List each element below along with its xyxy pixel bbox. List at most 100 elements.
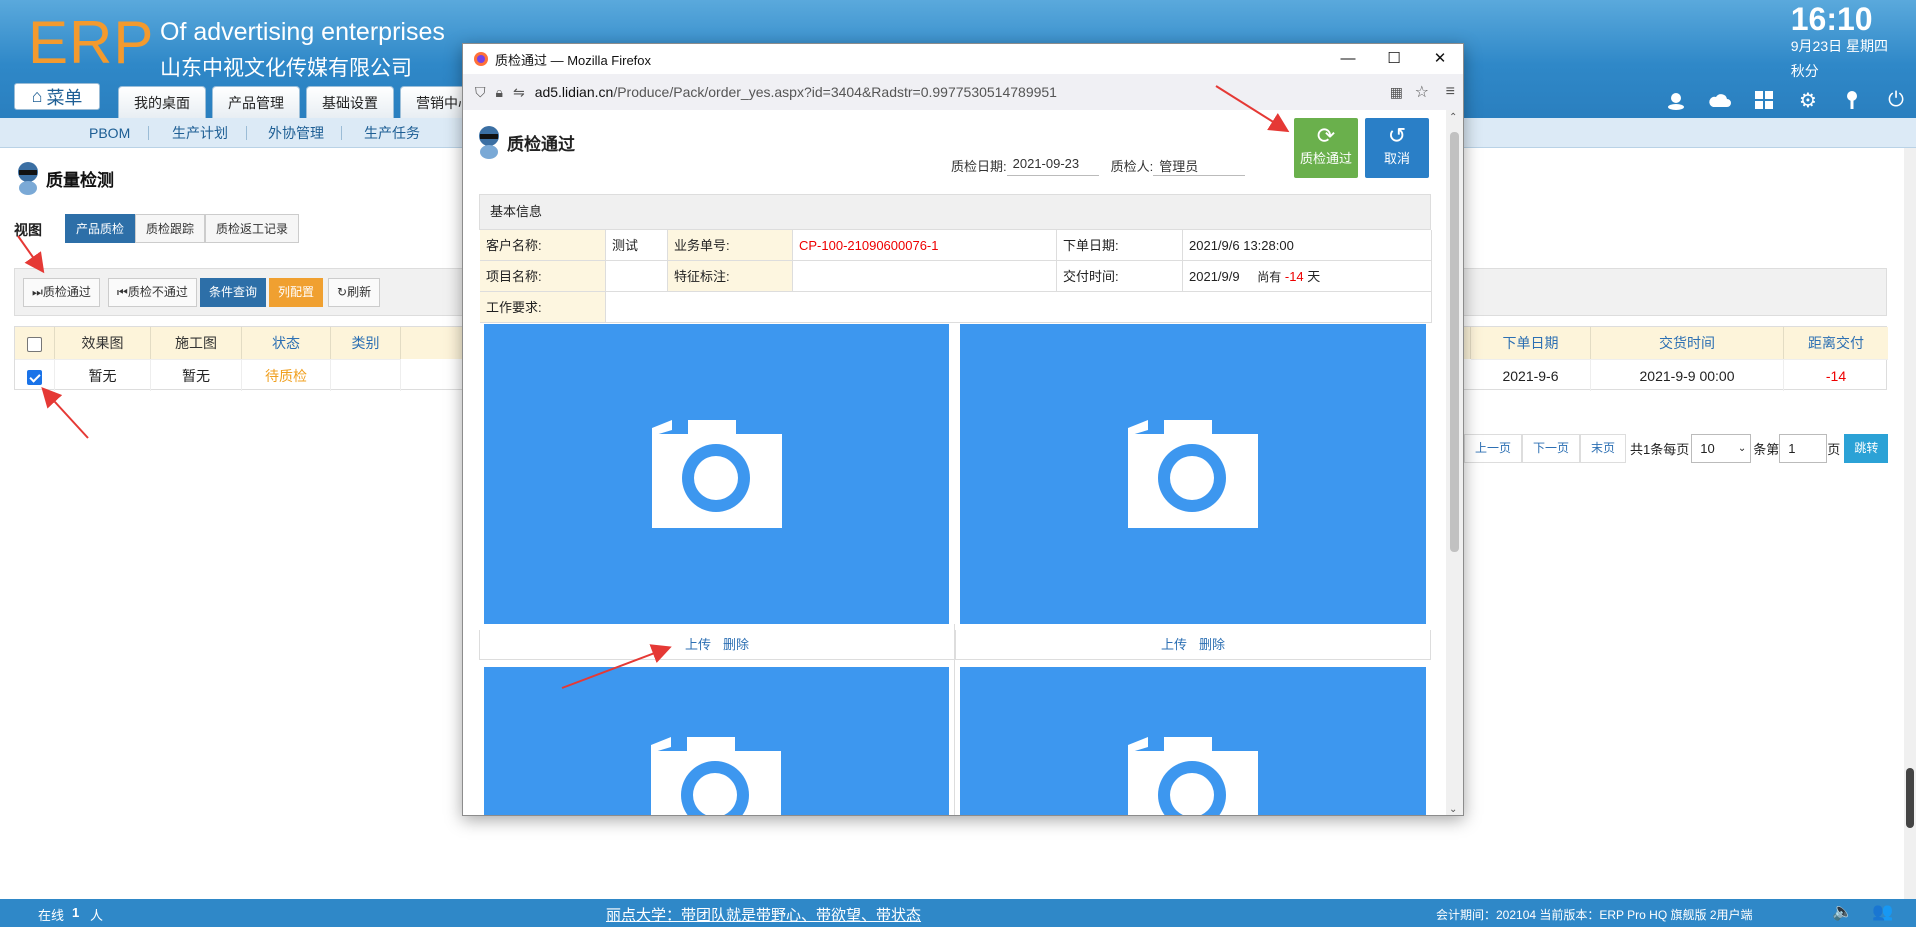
subnav-production-plan[interactable]: 生产计划 <box>172 118 228 148</box>
view-tabs: 产品质检 质检跟踪 质检返工记录 <box>65 214 300 243</box>
photo-upload-slot[interactable] <box>484 324 949 624</box>
chevron-down-icon: ⌄ <box>1737 443 1747 454</box>
inspect-date-field[interactable]: 2021-09-23 <box>1006 156 1099 176</box>
feature-value <box>793 261 1057 292</box>
cloud-icon[interactable] <box>1708 88 1732 112</box>
skip-forward-icon: ⏭ <box>32 285 43 299</box>
version-info: 会计期间：202104 当前版本：ERP Pro HQ 旗舰版 2用户端 <box>1436 908 1753 922</box>
view-tab-qc-tracking[interactable]: 质检跟踪 <box>135 214 206 243</box>
delete-link[interactable]: 删除 <box>723 637 749 652</box>
subnav-pbom[interactable]: PBOM <box>89 118 130 148</box>
maximize-button[interactable]: ☐ <box>1371 44 1417 74</box>
url-host: ad5.lidian.cn <box>534 84 614 100</box>
subnav-production-task[interactable]: 生产任务 <box>364 118 420 148</box>
inspector-field[interactable]: 管理员 <box>1153 156 1246 176</box>
qc-pass-submit-button[interactable]: ⟳ 质检通过 <box>1294 118 1358 178</box>
qc-fail-button[interactable]: ⏮质检不通过 <box>108 278 197 307</box>
order-date-value: 2021/9/6 13:28:00 <box>1183 230 1432 261</box>
page-size-select[interactable]: 10 ⌄ <box>1691 434 1752 463</box>
address-bar[interactable]: ⛉ 🔒︎ ⇋ ad5.lidian.cn/Produce/Pack/order_… <box>463 74 1463 110</box>
inspect-date-label: 质检日期: <box>951 159 1007 174</box>
status-bar: 在线 1 人 丽点大学：带团队就是带野心、带欲望、带状态 会计期间：202104… <box>0 899 1916 927</box>
clock: 16:10 9月23日 星期四 秋分 <box>1791 2 1888 82</box>
qr-icon[interactable]: ▦ <box>1390 84 1403 101</box>
refresh-button[interactable]: ↻刷新 <box>328 278 381 307</box>
shield-icon[interactable]: ⛉ <box>475 84 486 101</box>
subnav-outsourcing[interactable]: 外协管理 <box>268 118 324 148</box>
tab-products[interactable]: 产品管理 <box>212 86 300 118</box>
photo-upload-slot[interactable] <box>484 667 949 815</box>
prev-page-button[interactable]: 上一页 <box>1464 434 1523 463</box>
page-scrollbar[interactable] <box>1904 148 1916 899</box>
table-header[interactable]: 交货时间 <box>1591 327 1784 359</box>
erp-logo: ERP <box>28 9 155 76</box>
announcement-link[interactable]: 丽点大学：带团队就是带野心、带欲望、带状态 <box>606 904 921 925</box>
row-checkbox[interactable] <box>27 369 42 385</box>
undo-icon: ↺ <box>1387 123 1407 148</box>
user-icon[interactable] <box>1664 88 1688 112</box>
photo-upload-slot[interactable] <box>960 667 1426 815</box>
delete-link[interactable]: 删除 <box>1199 637 1225 652</box>
permissions-icon[interactable]: ⇋ <box>513 84 525 101</box>
photo-upload-slot[interactable] <box>960 324 1426 624</box>
pager: 上一页 下一页 末页 共1条每页 10 ⌄ 条第 1 页 跳转 <box>1464 434 1889 463</box>
clock-season: 秋分 <box>1790 63 1819 79</box>
qc-pass-button[interactable]: ⏭质检通过 <box>23 278 100 307</box>
work-label: 工作要求: <box>480 292 606 323</box>
scroll-down-icon[interactable]: ⌄ <box>1449 804 1457 815</box>
users-icon[interactable]: 👥 <box>1872 902 1893 922</box>
inspector-label: 质检人: <box>1110 159 1154 174</box>
apps-icon[interactable] <box>1752 88 1776 112</box>
table-header[interactable]: 下单日期 <box>1471 327 1591 359</box>
firefox-popup-window: 质检通过 — Mozilla Firefox — ☐ ✕ ⛉ 🔒︎ ⇋ ad5.… <box>462 43 1464 816</box>
table-header[interactable]: 距离交付 <box>1784 327 1888 359</box>
order-no-label: 业务单号: <box>668 230 793 261</box>
select-all-checkbox[interactable] <box>27 336 42 352</box>
view-tab-rework-records[interactable]: 质检返工记录 <box>205 214 300 243</box>
gear-icon[interactable]: ⚙ <box>1796 88 1820 112</box>
speaker-icon[interactable]: 🔈 <box>1832 902 1853 922</box>
key-icon[interactable] <box>1840 88 1864 112</box>
columns-button[interactable]: 列配置 <box>269 278 324 307</box>
table-header[interactable]: 状态 <box>242 327 331 359</box>
section-header: 基本信息 <box>479 194 1431 230</box>
clock-date: 9月23日 星期四 <box>1790 38 1888 54</box>
url-path: /Produce/Pack/order_yes.aspx?id=3404&Rad… <box>613 84 1057 100</box>
tab-desktop[interactable]: 我的桌面 <box>118 86 206 118</box>
view-tab-product-qc[interactable]: 产品质检 <box>65 214 136 243</box>
customer-label: 客户名称: <box>480 230 606 261</box>
grid-divider <box>954 624 955 815</box>
page-number-input[interactable]: 1 <box>1779 434 1828 463</box>
table-header: 效果图 <box>55 327 151 359</box>
window-titlebar: 质检通过 — Mozilla Firefox <box>463 44 1463 74</box>
online-unit: 人 <box>90 908 104 923</box>
table-header[interactable]: 类别 <box>331 327 401 359</box>
mascot-icon <box>18 162 38 195</box>
hamburger-icon[interactable]: ≡ <box>1446 83 1455 101</box>
close-button[interactable]: ✕ <box>1417 44 1463 74</box>
page-title-text: 质量检测 <box>46 170 114 190</box>
popup-scroll-thumb[interactable] <box>1450 132 1459 552</box>
lock-icon[interactable]: 🔒︎ <box>496 84 503 101</box>
company-name: 山东中视文化传媒有限公司 <box>160 57 412 80</box>
order-no-value: CP-100-21090600076-1 <box>793 230 1057 261</box>
star-icon[interactable]: ☆ <box>1415 82 1429 102</box>
scroll-up-icon[interactable]: ⌃ <box>1449 112 1457 123</box>
page-scroll-thumb[interactable] <box>1906 768 1914 828</box>
order-date-label: 下单日期: <box>1057 230 1183 261</box>
minimize-button[interactable]: — <box>1325 44 1371 74</box>
menu-label: 菜单 <box>46 87 83 108</box>
refresh-icon: ⟳ <box>1316 123 1336 148</box>
query-button[interactable]: 条件查询 <box>200 278 267 307</box>
upload-link[interactable]: 上传 <box>685 637 711 652</box>
upload-link[interactable]: 上传 <box>1161 637 1187 652</box>
menu-button[interactable]: ⌂ 菜单 <box>14 83 100 110</box>
cancel-button[interactable]: ↺ 取消 <box>1365 118 1429 178</box>
power-icon[interactable]: ⏻ <box>1884 88 1908 112</box>
tab-basic-settings[interactable]: 基础设置 <box>306 86 394 118</box>
go-button[interactable]: 跳转 <box>1844 434 1889 463</box>
popup-scrollbar[interactable]: ⌃ ⌄ <box>1446 110 1463 815</box>
last-page-button[interactable]: 末页 <box>1580 434 1627 463</box>
next-page-button[interactable]: 下一页 <box>1522 434 1581 463</box>
arrow-to-qc-pass <box>17 235 45 274</box>
